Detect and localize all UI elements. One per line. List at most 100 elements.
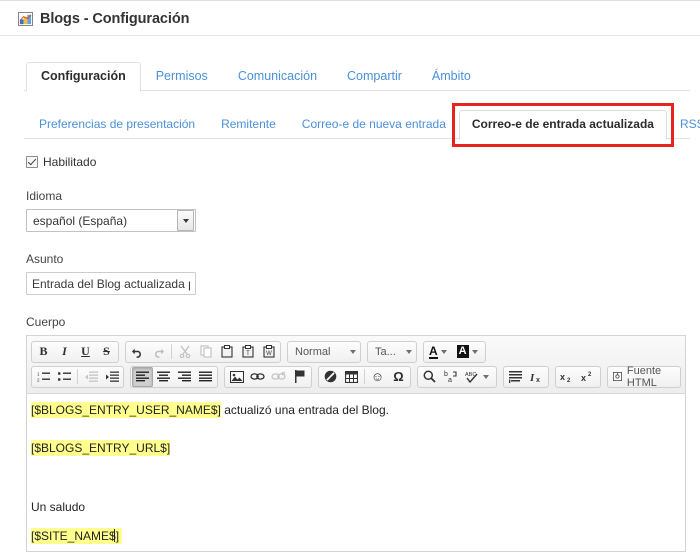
primary-tab-bar: Configuración Permisos Comunicación Comp… xyxy=(0,62,700,92)
toolbar-separator xyxy=(364,369,365,384)
toolbar-group-lists: 12 xyxy=(31,365,124,388)
toolbar-group-colors: A A xyxy=(423,340,486,363)
block-quote-icon[interactable] xyxy=(505,367,526,387)
enabled-checkbox-row[interactable]: Habilitado xyxy=(26,155,700,169)
toolbar-group-history-clipboard: T W xyxy=(125,340,281,363)
subscript-icon[interactable]: x2 xyxy=(557,367,578,387)
enabled-checkbox-label: Habilitado xyxy=(43,155,97,169)
svg-text:a: a xyxy=(448,377,452,383)
enabled-checkbox[interactable] xyxy=(26,156,38,168)
svg-text:x: x xyxy=(536,377,540,383)
chevron-down-icon xyxy=(406,349,412,354)
language-select-value: español (España) xyxy=(33,213,128,228)
language-label: Idioma xyxy=(26,189,63,203)
anchor-flag-icon[interactable] xyxy=(289,367,310,387)
table-icon[interactable] xyxy=(341,367,362,387)
token-site-name: [$SITE_NAME$] xyxy=(31,528,120,544)
tab-ambito[interactable]: Ámbito xyxy=(417,62,486,91)
page-title: Blogs - Configuración xyxy=(40,11,190,27)
tab-configuracion[interactable]: Configuración xyxy=(26,62,141,92)
chevron-down-icon[interactable] xyxy=(177,210,194,231)
editor-paragraph-4: [$SITE_NAME$] xyxy=(31,528,679,545)
text-color-letter: A xyxy=(429,343,438,359)
italic-icon[interactable]: I xyxy=(54,342,75,362)
underline-icon[interactable]: U xyxy=(75,342,96,362)
tab-rss[interactable]: RSS xyxy=(667,110,700,139)
editor-paragraph-2: [$BLOGS_ENTRY_URL$] xyxy=(31,440,679,457)
tab-permisos[interactable]: Permisos xyxy=(141,62,223,91)
svg-text:x: x xyxy=(560,372,565,382)
search-icon[interactable] xyxy=(419,367,440,387)
editor-paragraph-1-text: actualizó una entrada del Blog. xyxy=(220,403,389,417)
language-select[interactable]: español (España) xyxy=(26,209,196,232)
editor-paragraph-3: Un saludo xyxy=(31,499,679,516)
source-code-icon xyxy=(613,372,622,381)
body-field: Cuerpo B I U S T W Normal Ta... A A 1 2 … xyxy=(26,315,700,552)
subject-label: Asunto xyxy=(26,252,64,266)
background-color-icon[interactable]: A xyxy=(453,342,484,362)
strikethrough-icon[interactable]: S xyxy=(96,342,117,362)
editor-paragraph-1: [$BLOGS_ENTRY_USER_NAME$] actualizó una … xyxy=(31,402,679,419)
language-field: Idioma español (España) xyxy=(26,189,700,232)
tab-correo-e-de-nueva-entrada[interactable]: Correo-e de nueva entrada xyxy=(289,110,459,139)
toolbar-group-clean: Ix xyxy=(503,365,549,388)
tab-compartir[interactable]: Compartir xyxy=(332,62,417,91)
body-label: Cuerpo xyxy=(26,315,66,329)
align-justify-icon[interactable] xyxy=(195,367,216,387)
toolbar-row-1: B I U S T W Normal Ta... A A xyxy=(31,339,681,364)
numbered-list-icon[interactable]: 12 xyxy=(33,367,54,387)
toolbar-group-text-format: B I U S xyxy=(31,340,119,363)
undo-icon[interactable] xyxy=(127,342,148,362)
tab-remitente[interactable]: Remitente xyxy=(208,110,289,139)
align-left-icon[interactable] xyxy=(132,366,153,387)
smiley-icon[interactable]: ☺ xyxy=(367,367,388,387)
superscript-icon[interactable]: x2 xyxy=(578,367,599,387)
toolbar-group-media: ☺ Ω xyxy=(318,365,411,388)
increase-indent-icon[interactable] xyxy=(101,367,122,387)
paste-from-word-icon[interactable]: W xyxy=(258,342,279,362)
svg-text:1: 1 xyxy=(37,371,40,376)
align-center-icon[interactable] xyxy=(153,367,174,387)
chevron-down-icon xyxy=(483,374,489,379)
image-chart-icon xyxy=(18,12,33,26)
token-blogs-entry-user-name: [$BLOGS_ENTRY_USER_NAME$] xyxy=(31,402,221,418)
remove-format-icon[interactable]: Ix xyxy=(526,367,547,387)
tab-preferencias-de-presentacion[interactable]: Preferencias de presentación xyxy=(26,110,208,139)
link-icon[interactable] xyxy=(247,367,268,387)
html-source-button[interactable]: Fuente HTML xyxy=(607,365,681,389)
toolbar-separator xyxy=(171,344,172,359)
editor-blank-line-3 xyxy=(31,478,679,499)
font-family-select[interactable]: Ta... xyxy=(367,340,417,363)
svg-text:2: 2 xyxy=(588,372,592,378)
chevron-down-icon xyxy=(350,349,356,354)
decrease-indent-icon xyxy=(80,367,101,387)
bulleted-list-icon[interactable] xyxy=(54,367,75,387)
special-character-icon[interactable]: Ω xyxy=(388,367,409,387)
subject-input[interactable] xyxy=(26,272,196,295)
svg-text:T: T xyxy=(246,351,250,357)
editor-content-area[interactable]: [$BLOGS_ENTRY_USER_NAME$] actualizó una … xyxy=(27,394,685,551)
paste-icon[interactable] xyxy=(216,342,237,362)
rich-text-editor: B I U S T W Normal Ta... A A 1 2 ☺ Ω b a… xyxy=(26,335,686,552)
toolbar-separator xyxy=(77,369,78,384)
tab-correo-e-de-entrada-actualizada[interactable]: Correo-e de entrada actualizada xyxy=(458,110,667,140)
svg-text:W: W xyxy=(266,351,272,357)
image-icon[interactable] xyxy=(226,367,247,387)
paragraph-format-value: Normal xyxy=(295,345,331,358)
svg-text:I: I xyxy=(530,372,535,383)
cut-icon xyxy=(174,342,195,362)
portlet-header: Blogs - Configuración xyxy=(0,3,700,36)
text-color-icon[interactable]: A xyxy=(425,342,453,362)
page-break-icon[interactable] xyxy=(320,367,341,387)
token-blogs-entry-url: [$BLOGS_ENTRY_URL$] xyxy=(31,440,171,456)
spellcheck-icon[interactable]: ABC xyxy=(461,367,495,387)
align-right-icon[interactable] xyxy=(174,367,195,387)
replace-icon[interactable]: ba xyxy=(440,367,461,387)
paragraph-format-select[interactable]: Normal xyxy=(287,340,361,363)
editor-blank-line-2 xyxy=(31,457,679,478)
paste-plain-text-icon[interactable]: T xyxy=(237,342,258,362)
tab-comunicacion[interactable]: Comunicación xyxy=(223,62,332,91)
svg-text:2: 2 xyxy=(567,378,571,383)
bold-icon[interactable]: B xyxy=(33,342,54,362)
chevron-down-icon xyxy=(440,349,447,354)
